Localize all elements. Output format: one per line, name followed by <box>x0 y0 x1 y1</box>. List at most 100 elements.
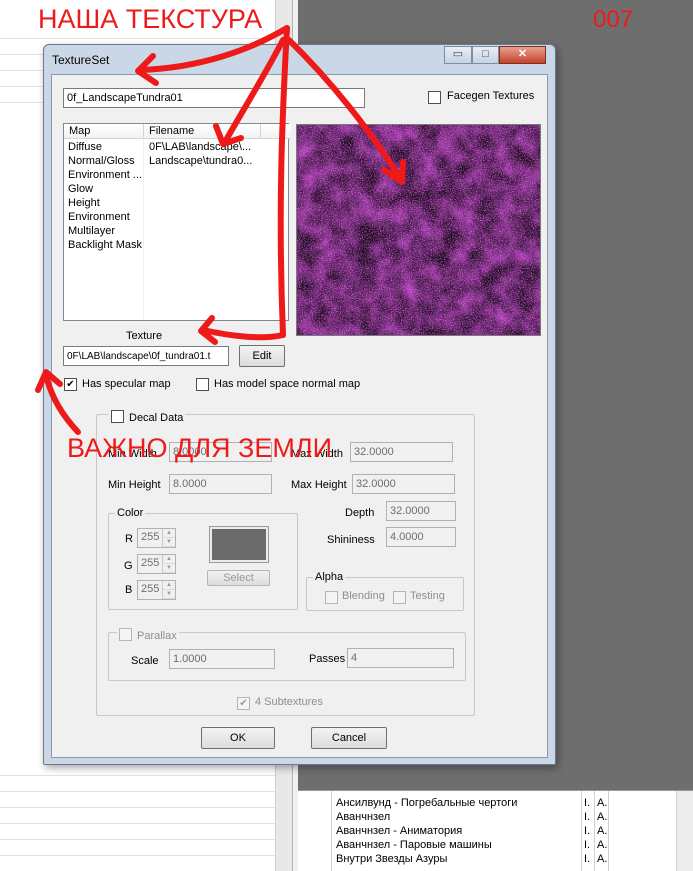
list-item[interactable]: Glow <box>64 183 291 197</box>
cell-value: I. <box>584 811 591 823</box>
map-filename: 0F\LAB\landscape\... <box>149 141 252 153</box>
annotation-important-label: ВАЖНО ДЛЯ ЗЕМЛИ <box>67 433 332 463</box>
parallax-group: Parallax Scale Passes <box>108 626 466 681</box>
spin-down-icon[interactable]: ▼ <box>163 538 175 547</box>
map-name: Diffuse <box>68 141 103 153</box>
close-icon: ✕ <box>517 48 528 60</box>
cell-value: A. <box>597 853 608 865</box>
map-name: Normal/Gloss <box>68 155 135 167</box>
list-scrollbar[interactable] <box>676 791 693 871</box>
depth-input[interactable] <box>386 501 456 521</box>
cell-name: Аванчнзел <box>336 811 391 823</box>
map-name: Multilayer <box>68 225 116 237</box>
r-spinner[interactable]: 255 ▲ ▼ <box>137 528 176 548</box>
list-item[interactable]: Backlight Mask <box>64 239 291 253</box>
dialog-client-area: Facegen Textures Map Filename Diffuse 0F\… <box>51 74 548 758</box>
scale-label: Scale <box>131 655 159 667</box>
blending-checkbox[interactable] <box>325 591 338 604</box>
map-filename: Landscape\tundra0... <box>149 155 253 167</box>
g-label: G <box>124 560 133 572</box>
max-height-label: Max Height <box>291 479 347 491</box>
color-group: Color R 255 ▲ ▼ G 255 ▲ ▼ B 255 ▲ ▼ Select <box>108 507 298 610</box>
spin-up-icon[interactable]: ▲ <box>163 555 175 564</box>
model-space-checkbox[interactable] <box>196 378 209 391</box>
maximize-icon: □ <box>482 48 489 60</box>
shininess-input[interactable] <box>386 527 456 547</box>
cell-value: A. <box>597 811 608 823</box>
list-item[interactable]: Diffuse 0F\LAB\landscape\... <box>64 141 291 155</box>
cancel-button[interactable]: Cancel <box>311 727 387 749</box>
close-button[interactable]: ✕ <box>499 46 546 64</box>
minimize-button[interactable]: ▭ <box>444 46 472 64</box>
decal-data-checkbox[interactable] <box>111 410 124 423</box>
annotation-top-label: НАША ТЕКСТУРА <box>38 4 263 34</box>
list-item[interactable]: Аванчнзел - Аниматория I. A. <box>336 825 607 839</box>
list-item[interactable]: Height <box>64 197 291 211</box>
blending-label: Blending <box>342 590 385 602</box>
color-swatch[interactable] <box>209 526 269 563</box>
testing-checkbox[interactable] <box>393 591 406 604</box>
ok-button[interactable]: OK <box>201 727 275 749</box>
subtextures-label: 4 Subtextures <box>255 696 323 708</box>
texture-preview <box>296 124 541 336</box>
cell-value: I. <box>584 825 591 837</box>
list-item[interactable]: Ансилвунд - Погребальные чертоги I. A. <box>336 797 607 811</box>
list-item[interactable]: Аванчнзел - Паровые машины I. A. <box>336 839 607 853</box>
decal-data-header: Decal Data <box>109 408 186 424</box>
dialog-title: TextureSet <box>52 53 110 67</box>
list-item[interactable]: Environment <box>64 211 291 225</box>
spin-down-icon[interactable]: ▼ <box>163 590 175 599</box>
cell-name: Ансилвунд - Погребальные чертоги <box>336 797 518 809</box>
cell-name: Внутри Звезды Азуры <box>336 853 448 865</box>
b-spinner[interactable]: 255 ▲ ▼ <box>137 580 176 600</box>
spin-up-icon[interactable]: ▲ <box>163 581 175 590</box>
maximize-button[interactable]: □ <box>472 46 499 64</box>
cell-value: I. <box>584 853 591 865</box>
map-list[interactable]: Map Filename Diffuse 0F\LAB\landscape\...… <box>63 123 291 321</box>
r-value: 255 <box>141 531 160 543</box>
list-item[interactable]: Multilayer <box>64 225 291 239</box>
facegen-checkbox[interactable] <box>428 91 441 104</box>
max-height-input[interactable] <box>352 474 455 494</box>
select-color-button[interactable]: Select <box>207 570 270 586</box>
passes-input[interactable] <box>347 648 454 668</box>
has-specular-checkbox[interactable]: ✔ <box>64 378 77 391</box>
passes-label: Passes <box>309 653 346 665</box>
scale-input[interactable] <box>169 649 275 669</box>
facegen-label: Facegen Textures <box>447 90 535 102</box>
cell-value: A. <box>597 825 608 837</box>
row-divider <box>0 823 285 824</box>
map-name: Height <box>68 197 100 209</box>
g-value: 255 <box>141 557 160 569</box>
map-name: Environment ... <box>68 169 142 181</box>
map-name: Environment <box>68 211 130 223</box>
g-spinner[interactable]: 255 ▲ ▼ <box>137 554 176 574</box>
testing-label: Testing <box>410 590 445 602</box>
b-label: B <box>125 584 133 596</box>
b-value: 255 <box>141 583 160 595</box>
list-header: Map Filename <box>64 124 291 139</box>
column-header-map[interactable]: Map <box>69 125 90 137</box>
alpha-group-title: Alpha <box>313 571 346 583</box>
list-item[interactable]: Normal/Gloss Landscape\tundra0... <box>64 155 291 169</box>
title-bar[interactable]: TextureSet ▭ □ ✕ <box>44 45 555 75</box>
editor-id-input[interactable] <box>63 88 365 108</box>
row-divider <box>0 38 285 39</box>
cell-value: I. <box>584 839 591 851</box>
spin-up-icon[interactable]: ▲ <box>163 529 175 538</box>
min-height-input[interactable] <box>169 474 272 494</box>
spin-down-icon[interactable]: ▼ <box>163 564 175 573</box>
list-item[interactable]: Внутри Звезды Азуры I. A. <box>336 853 607 867</box>
edit-button[interactable]: Edit <box>239 345 285 367</box>
annotation-number: 007 <box>593 6 634 33</box>
row-divider <box>0 839 285 840</box>
parallax-checkbox[interactable] <box>119 628 132 641</box>
subtextures-checkbox[interactable]: ✔ <box>237 697 250 710</box>
list-item[interactable]: Аванчнзел I. A. <box>336 811 607 825</box>
texture-label: Texture <box>126 330 163 342</box>
list-item[interactable]: Environment ... <box>64 169 291 183</box>
has-specular-label: Has specular map <box>82 378 171 390</box>
texture-path-input[interactable] <box>63 346 229 366</box>
max-width-input[interactable] <box>350 442 453 462</box>
column-header-filename[interactable]: Filename <box>149 125 194 137</box>
